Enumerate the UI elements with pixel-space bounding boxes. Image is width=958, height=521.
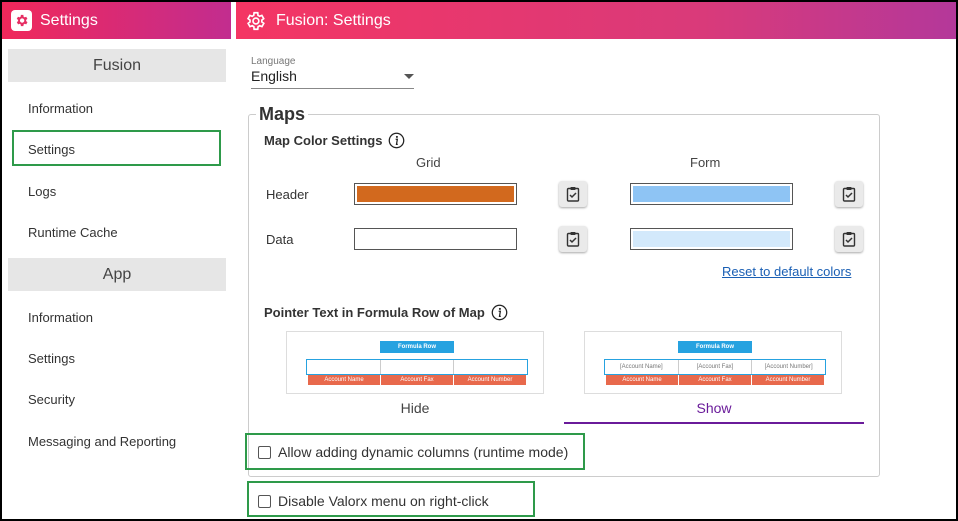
sidebar-item-runtime-cache[interactable]: Runtime Cache (28, 225, 118, 240)
color-swatch (633, 231, 790, 247)
form-header-color-field[interactable] (630, 183, 793, 205)
column-head-form: Form (690, 155, 721, 170)
color-swatch (357, 186, 514, 202)
sidebar-item-fusion-information[interactable]: Information (28, 101, 93, 116)
language-value: English (251, 68, 297, 84)
preview-header-row: Account Name Account Fax Account Number (606, 375, 824, 385)
sidebar-title: Settings (40, 11, 98, 29)
clipboard-check-icon (566, 232, 580, 247)
tab-show-underline (564, 422, 864, 424)
preview-header-cell: Account Number (752, 375, 824, 385)
preview-show[interactable]: Formula Row [Account Name] [Account Fax]… (584, 331, 842, 394)
sidebar-item-logs[interactable]: Logs (28, 184, 56, 199)
form-data-color-field[interactable] (630, 228, 793, 250)
sidebar-section-fusion: Fusion (8, 49, 226, 82)
preview-hide[interactable]: Formula Row Account Name Account Fax Acc… (286, 331, 544, 394)
preview-cell: [Account Fax] (679, 360, 753, 374)
form-header-paste-button[interactable] (835, 181, 863, 207)
pointer-text-title: Pointer Text in Formula Row of Map (264, 304, 508, 321)
preview-cell (307, 360, 381, 374)
language-label: Language (251, 56, 296, 67)
clipboard-check-icon (566, 187, 580, 202)
row-label-header: Header (266, 187, 309, 202)
grid-data-paste-button[interactable] (559, 226, 587, 252)
page-title: Fusion: Settings (276, 11, 391, 29)
gear-icon (244, 10, 266, 32)
preview-header-cell: Account Name (606, 375, 679, 385)
tab-show[interactable]: Show (564, 400, 864, 416)
window: Settings Fusion Information Settings Log… (2, 2, 956, 519)
preview-header-cell: Account Name (308, 375, 381, 385)
preview-cell: [Account Name] (605, 360, 679, 374)
maps-legend: Maps (256, 104, 309, 125)
map-color-settings-label: Map Color Settings (264, 133, 383, 148)
sidebar-item-app-settings[interactable]: Settings (28, 351, 75, 366)
sidebar-item-security[interactable]: Security (28, 392, 75, 407)
pointer-text-label: Pointer Text in Formula Row of Map (264, 305, 485, 320)
map-color-settings-title: Map Color Settings (264, 132, 405, 149)
sidebar-item-app-information[interactable]: Information (28, 310, 93, 325)
form-data-paste-button[interactable] (835, 226, 863, 252)
sidebar-header: Settings (2, 2, 231, 39)
settings-logo-icon (11, 10, 32, 31)
preview-cell: [Account Number] (764, 364, 813, 370)
preview-formula-row-label: Formula Row (678, 341, 752, 353)
language-select[interactable]: English (251, 67, 414, 89)
highlight-box-disable-menu (247, 481, 535, 517)
preview-pointer-row: [Account Name] [Account Fax] [Account Nu… (604, 359, 826, 375)
info-icon[interactable] (388, 132, 405, 149)
selection-highlight-box (12, 130, 221, 166)
preview-header-cell: Account Number (454, 375, 526, 385)
column-head-grid: Grid (416, 155, 441, 170)
row-label-data: Data (266, 232, 294, 247)
clipboard-check-icon (842, 187, 856, 202)
preview-cell (454, 360, 527, 374)
preview-header-row: Account Name Account Fax Account Number (308, 375, 526, 385)
preview-header-cell: Account Fax (679, 375, 752, 385)
sidebar-item-messaging-reporting[interactable]: Messaging and Reporting (28, 434, 176, 449)
chevron-down-icon (404, 74, 414, 79)
reset-colors-link[interactable]: Reset to default colors (722, 264, 851, 279)
page-header: Fusion: Settings (236, 2, 956, 39)
color-swatch (633, 186, 790, 202)
preview-pointer-row (306, 359, 528, 375)
grid-header-paste-button[interactable] (559, 181, 587, 207)
preview-header-cell: Account Fax (381, 375, 454, 385)
tab-hide[interactable]: Hide (286, 400, 544, 416)
sidebar-section-app: App (8, 258, 226, 291)
color-swatch (357, 231, 514, 247)
clipboard-check-icon (842, 232, 856, 247)
preview-cell (381, 360, 455, 374)
grid-header-color-field[interactable] (354, 183, 517, 205)
grid-data-color-field[interactable] (354, 228, 517, 250)
info-icon[interactable] (491, 304, 508, 321)
highlight-box-dynamic-columns (245, 433, 585, 470)
preview-formula-row-label: Formula Row (380, 341, 454, 353)
